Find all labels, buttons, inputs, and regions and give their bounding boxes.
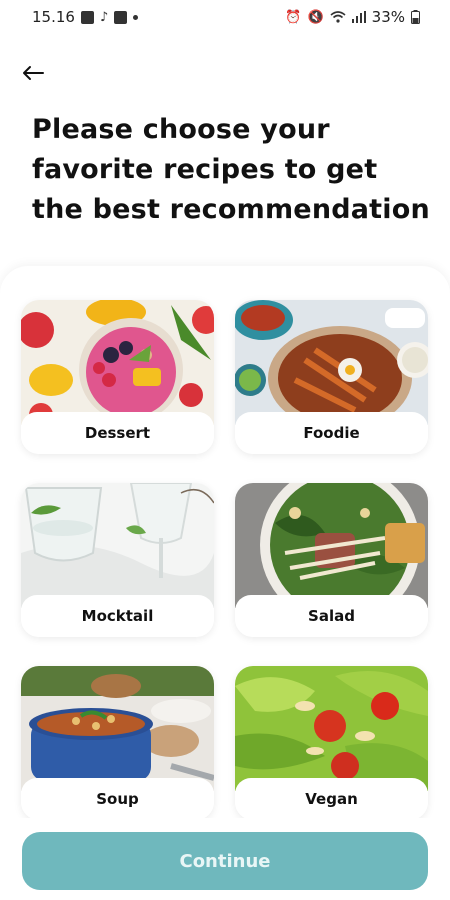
- category-label: Dessert: [21, 412, 214, 454]
- category-card-salad[interactable]: Salad: [235, 483, 428, 637]
- back-button[interactable]: [18, 58, 48, 88]
- status-left: 15.16 ♪: [32, 8, 139, 26]
- vegan-photo: [235, 666, 428, 791]
- soup-photo: [21, 666, 214, 791]
- foodie-photo: [235, 300, 428, 425]
- category-grid: Dessert Foodie Mocktail Salad Soup Vegan: [0, 266, 450, 900]
- page-title: Please choose your favorite recipes to g…: [32, 114, 430, 225]
- salad-photo: [235, 483, 428, 608]
- dot-icon: [133, 14, 139, 20]
- checkbox-icon: [114, 10, 128, 24]
- signal-icon: [351, 11, 366, 23]
- dessert-photo: [21, 300, 214, 425]
- continue-button[interactable]: Continue: [22, 832, 428, 890]
- battery-icon: [411, 10, 420, 24]
- status-right: ⏰ 🔇 33%: [285, 8, 420, 26]
- category-card-soup[interactable]: Soup: [21, 666, 214, 820]
- category-card-foodie[interactable]: Foodie: [235, 300, 428, 454]
- category-label: Mocktail: [21, 595, 214, 637]
- category-card-mocktail[interactable]: Mocktail: [21, 483, 214, 637]
- status-bar: 15.16 ♪ ⏰ 🔇 33%: [0, 0, 450, 34]
- category-card-dessert[interactable]: Dessert: [21, 300, 214, 454]
- category-label: Soup: [21, 778, 214, 820]
- mute-icon: 🔇: [307, 9, 324, 25]
- category-label: Salad: [235, 595, 428, 637]
- gallery-icon: [80, 10, 94, 24]
- category-label: Foodie: [235, 412, 428, 454]
- back-arrow-icon: [23, 66, 44, 80]
- wifi-icon: [330, 11, 346, 23]
- battery-percent: 33%: [371, 8, 405, 26]
- tiktok-icon: ♪: [99, 9, 109, 25]
- mocktail-photo: [21, 483, 214, 608]
- category-card-vegan[interactable]: Vegan: [235, 666, 428, 820]
- alarm-icon: ⏰: [285, 9, 302, 25]
- category-label: Vegan: [235, 778, 428, 820]
- status-time: 15.16: [32, 8, 75, 26]
